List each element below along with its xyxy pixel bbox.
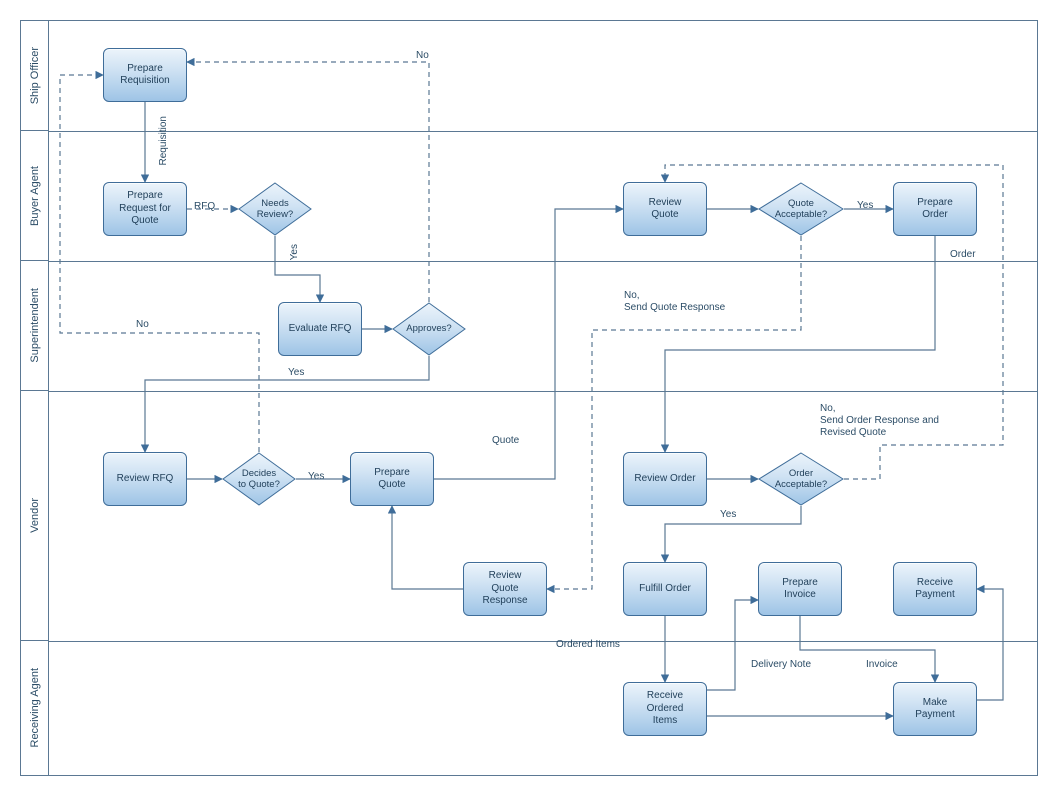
edge-label-rfq: RFQ [194,201,215,213]
diamond-label: QuoteAcceptable? [758,182,844,236]
edge-label-yes-decides: Yes [308,471,324,483]
node-fulfill-order: Fulfill Order [623,562,707,616]
node-prepare-invoice: PrepareInvoice [758,562,842,616]
edge-label-invoice: Invoice [866,659,898,671]
node-prepare-order: PrepareOrder [893,182,977,236]
lane-label: Vendor [29,498,41,533]
node-order-acceptable: OrderAcceptable? [758,452,844,506]
edge-label-yes-quote-acc: Yes [857,200,873,212]
lane-label: Ship Officer [29,47,41,104]
lane-label: Superintendent [29,288,41,363]
diamond-label: Decidesto Quote? [222,452,296,506]
node-prepare-rfq: PrepareRequest forQuote [103,182,187,236]
lane-buyer-agent: Buyer Agent [21,131,49,261]
diamond-label: NeedsReview? [238,182,312,236]
lane-superintendent: Superintendent [21,261,49,391]
edge-label-yes-approves: Yes [288,367,304,379]
lane-separator [49,261,1037,262]
edge-label-no-needs-review-back: No [416,50,429,62]
edge-label-no-quote-response: No,Send Quote Response [624,290,784,314]
node-needs-review: NeedsReview? [238,182,312,236]
lane-receiving-agent: Receiving Agent [21,641,49,775]
node-review-quote: ReviewQuote [623,182,707,236]
lane-label: Buyer Agent [29,166,41,226]
lane-separator [49,641,1037,642]
edge-label-requisition: Requisition [158,116,169,165]
swimlane-diagram: Ship Officer Buyer Agent Superintendent … [0,0,1056,794]
lane-separator [49,131,1037,132]
edge-label-no-order-response: No,Send Order Response andRevised Quote [820,403,980,439]
node-receive-payment: ReceivePayment [893,562,977,616]
edge-label-yes-order-acc: Yes [720,509,736,521]
node-approves: Approves? [392,302,466,356]
node-review-rfq: Review RFQ [103,452,187,506]
edge-label-ordered-items: Ordered Items [556,639,620,651]
node-review-order: Review Order [623,452,707,506]
edge-label-no-approves: No [136,319,149,331]
diamond-label: OrderAcceptable? [758,452,844,506]
node-prepare-quote: PrepareQuote [350,452,434,506]
lane-separator [49,391,1037,392]
node-quote-acceptable: QuoteAcceptable? [758,182,844,236]
node-receive-ordered-items: ReceiveOrderedItems [623,682,707,736]
lane-vendor: Vendor [21,391,49,641]
edge-label-delivery-note: Delivery Note [751,659,811,671]
edge-label-quote: Quote [492,435,519,447]
lane-ship-officer: Ship Officer [21,21,49,131]
node-review-quote-response: ReviewQuoteResponse [463,562,547,616]
edge-label-order: Order [950,249,976,261]
node-evaluate-rfq: Evaluate RFQ [278,302,362,356]
node-decides-to-quote: Decidesto Quote? [222,452,296,506]
node-prepare-requisition: PrepareRequisition [103,48,187,102]
diamond-label: Approves? [392,302,466,356]
lane-label: Receiving Agent [29,668,41,748]
node-make-payment: MakePayment [893,682,977,736]
edge-label-yes-needs-review: Yes [289,244,300,260]
